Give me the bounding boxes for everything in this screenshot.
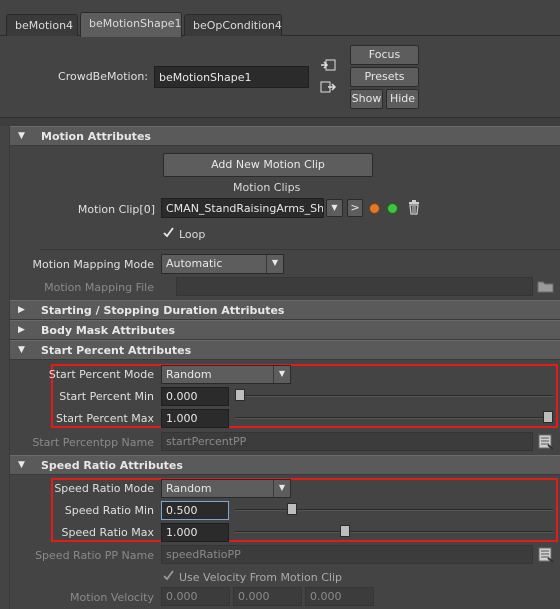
motion-velocity-x-field[interactable]: 0.000 <box>161 587 230 606</box>
speed-ratio-min-field[interactable]: 0.500 <box>161 501 229 520</box>
slider-thumb[interactable] <box>235 389 245 401</box>
collapsed-arrow-icon: ▶ <box>18 325 25 335</box>
section-starting-stopping[interactable]: ▶ Starting / Stopping Duration Attribute… <box>10 300 560 320</box>
trash-icon[interactable] <box>407 199 421 215</box>
start-percent-max-label: Start Percent Max <box>56 412 154 425</box>
divider-band <box>0 118 560 126</box>
add-motion-clip-button[interactable]: Add New Motion Clip <box>163 153 373 177</box>
tab-bar: beMotion4 beMotionShape1 beOpCondition4 <box>0 0 560 37</box>
motion-clip-dropdown-button[interactable]: ▼ <box>326 199 343 217</box>
start-percent-mode-label: Start Percent Mode <box>48 368 154 381</box>
orange-circle-icon[interactable] <box>369 203 380 214</box>
motion-clips-label: Motion Clips <box>233 181 301 194</box>
speed-ratio-min-label: Speed Ratio Min <box>64 504 154 517</box>
mapping-file-label: Motion Mapping File <box>44 281 154 294</box>
use-velocity-checkbox[interactable] <box>162 569 175 582</box>
section-title: Body Mask Attributes <box>41 324 176 337</box>
list-icon[interactable] <box>538 434 554 450</box>
tab-bemotionshape1[interactable]: beMotionShape1 <box>80 12 182 37</box>
panel-edge <box>9 126 10 609</box>
node-name-field[interactable]: beMotionShape1 <box>154 66 309 88</box>
use-velocity-label: Use Velocity From Motion Clip <box>179 571 343 584</box>
section-speed-ratio[interactable]: ▼ Speed Ratio Attributes <box>10 455 560 475</box>
start-percent-max-field[interactable]: 1.000 <box>161 409 229 428</box>
goto-clip-button[interactable]: > <box>347 199 363 217</box>
speed-ratio-max-field[interactable]: 1.000 <box>161 523 229 542</box>
node-in-icon[interactable] <box>320 58 336 72</box>
section-body-mask[interactable]: ▶ Body Mask Attributes <box>10 320 560 340</box>
section-title: Starting / Stopping Duration Attributes <box>41 304 285 317</box>
mapping-mode-label: Motion Mapping Mode <box>32 258 154 271</box>
section-motion-attributes[interactable]: ▼ Motion Attributes <box>10 126 560 146</box>
slider-thumb[interactable] <box>339 525 350 537</box>
motion-clip-label: Motion Clip[0] <box>77 203 155 216</box>
chevron-down-icon: ▼ <box>273 366 290 383</box>
section-title: Speed Ratio Attributes <box>41 459 183 472</box>
motion-velocity-label: Motion Velocity <box>70 591 154 604</box>
expanded-arrow-icon: ▼ <box>18 345 25 355</box>
tab-bemotion4[interactable]: beMotion4 <box>6 14 78 36</box>
section-title: Start Percent Attributes <box>41 344 192 357</box>
slider-thumb[interactable] <box>543 411 553 423</box>
start-percent-max-slider[interactable] <box>235 417 553 419</box>
tab-beopcondition4[interactable]: beOpCondition4 <box>184 14 282 36</box>
start-percentpp-field[interactable]: startPercentPP <box>161 432 533 451</box>
motion-clip-field[interactable]: CMAN_StandRaisingArms_Shape <box>161 198 324 218</box>
section-start-percent[interactable]: ▼ Start Percent Attributes <box>10 340 560 360</box>
motion-velocity-z-field[interactable]: 0.000 <box>305 587 374 606</box>
node-name-label: CrowdBeMotion: <box>58 70 148 83</box>
section-title: Motion Attributes <box>41 130 151 143</box>
focus-button[interactable]: Focus <box>350 45 419 65</box>
speed-ratio-max-label: Speed Ratio Max <box>61 526 154 539</box>
divider <box>40 249 560 250</box>
loop-label: Loop <box>179 228 206 241</box>
chevron-down-icon: ▼ <box>273 480 290 497</box>
green-circle-icon[interactable] <box>387 203 398 214</box>
start-percent-mode-select[interactable]: Random ▼ <box>161 365 291 384</box>
speed-ratio-mode-label: Speed Ratio Mode <box>54 482 154 495</box>
mapping-mode-value: Automatic <box>166 257 223 270</box>
speed-ratio-mode-select[interactable]: Random ▼ <box>161 479 291 498</box>
start-percent-min-slider[interactable] <box>235 395 553 397</box>
node-out-icon[interactable] <box>320 80 337 94</box>
mapping-file-field[interactable] <box>176 277 533 296</box>
start-percent-mode-value: Random <box>166 368 212 381</box>
chevron-down-icon: ▼ <box>266 255 283 273</box>
slider-thumb[interactable] <box>287 503 298 515</box>
start-percentpp-label: Start Percentpp Name <box>32 436 154 449</box>
speed-ratiopp-label: Speed Ratio PP Name <box>35 549 154 562</box>
list-icon[interactable] <box>538 547 554 563</box>
mapping-mode-select[interactable]: Automatic ▼ <box>161 254 284 274</box>
expanded-arrow-icon: ▼ <box>18 131 25 141</box>
folder-icon[interactable] <box>537 279 555 293</box>
hide-button[interactable]: Hide <box>386 89 419 109</box>
collapsed-arrow-icon: ▶ <box>18 305 25 315</box>
presets-button[interactable]: Presets <box>350 67 419 87</box>
speed-ratio-max-slider[interactable] <box>235 531 553 533</box>
motion-velocity-y-field[interactable]: 0.000 <box>233 587 302 606</box>
expanded-arrow-icon: ▼ <box>18 460 25 470</box>
show-button[interactable]: Show <box>350 89 383 109</box>
loop-checkbox[interactable] <box>162 226 175 239</box>
speed-ratio-min-slider[interactable] <box>235 509 553 511</box>
start-percent-min-label: Start Percent Min <box>59 390 154 403</box>
speed-ratio-mode-value: Random <box>166 482 212 495</box>
speed-ratiopp-field[interactable]: speedRatioPP <box>161 545 533 564</box>
start-percent-min-field[interactable]: 0.000 <box>161 387 229 406</box>
